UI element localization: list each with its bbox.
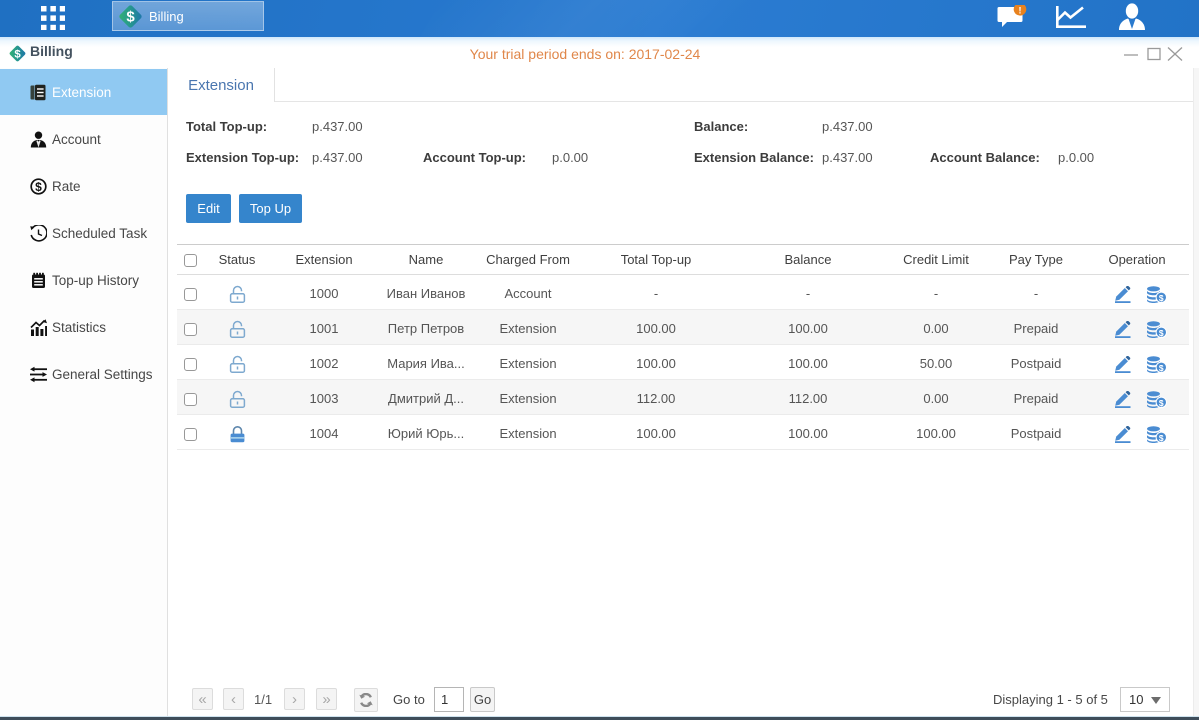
svg-text:$: $ (1158, 397, 1163, 407)
svg-text:$: $ (1158, 327, 1163, 337)
svg-text:$: $ (35, 180, 42, 194)
svg-text:$: $ (1158, 362, 1163, 372)
svg-text:$: $ (1158, 432, 1163, 442)
svg-text:!: ! (1019, 5, 1022, 15)
svg-text:$: $ (126, 8, 135, 25)
svg-text:$: $ (1158, 292, 1163, 302)
